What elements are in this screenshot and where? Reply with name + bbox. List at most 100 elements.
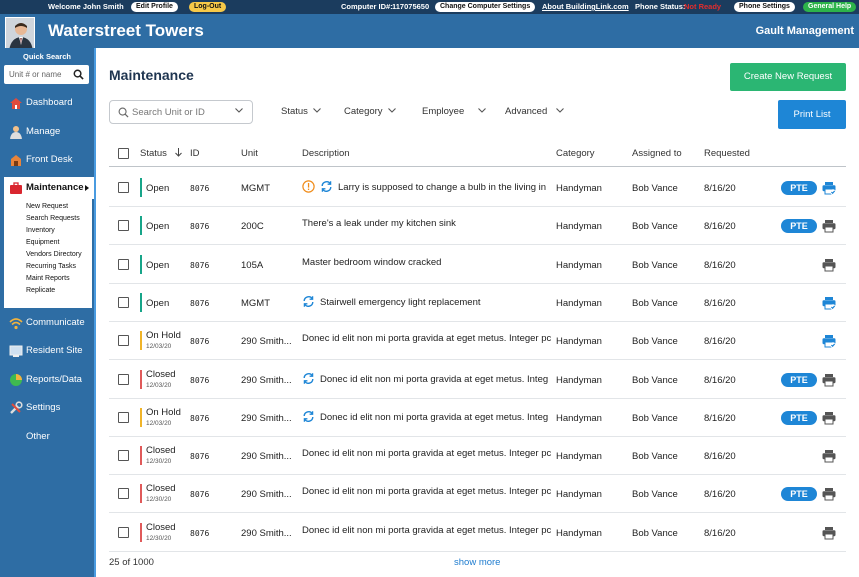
submenu-new-request[interactable]: New Request: [4, 201, 92, 213]
unit-name[interactable]: 290 Smith...: [241, 489, 292, 500]
request-id[interactable]: 8076: [190, 414, 209, 423]
sidebar-item-resident-site[interactable]: Resident Site: [0, 340, 94, 362]
table-row[interactable]: Open 8076 200C There's a leak under my kitc…: [109, 207, 846, 246]
quick-search-input[interactable]: [9, 67, 71, 82]
row-checkbox[interactable]: [118, 450, 129, 462]
description-cell[interactable]: Master bedroom window cracked: [302, 257, 555, 273]
column-unit[interactable]: Unit: [241, 148, 258, 159]
submenu-replicate[interactable]: Replicate: [4, 285, 92, 297]
request-id[interactable]: 8076: [190, 222, 209, 231]
row-checkbox[interactable]: [118, 182, 129, 193]
request-id[interactable]: 8076: [190, 529, 209, 538]
row-checkbox[interactable]: [118, 411, 129, 423]
submenu-inventory[interactable]: Inventory: [4, 225, 92, 237]
sidebar-item-dashboard[interactable]: Dashboard: [0, 92, 94, 114]
submenu-search-requests[interactable]: Search Requests: [4, 213, 92, 225]
pte-badge[interactable]: PTE: [781, 410, 817, 425]
print-list-button[interactable]: Print List: [778, 100, 846, 129]
request-id[interactable]: 8076: [190, 299, 209, 308]
about-link[interactable]: About BuildingLink.com: [542, 0, 629, 14]
show-more-link[interactable]: show more: [454, 557, 500, 568]
table-row[interactable]: Closed 12/30/20 8076 290 Smith... Donec id e…: [109, 437, 846, 476]
table-row[interactable]: Closed 12/03/20 8076 290 Smith... Donec id e…: [109, 361, 846, 399]
column-category[interactable]: Category: [556, 148, 595, 159]
description-cell[interactable]: There's a leak under my kitchen sink: [302, 218, 555, 234]
filter-employee[interactable]: Employee: [422, 106, 487, 117]
change-computer-settings-button[interactable]: Change Computer Settings: [435, 2, 536, 12]
table-row[interactable]: Closed 12/30/20 8076 290 Smith... Donec id e…: [109, 514, 846, 552]
row-checkbox[interactable]: [118, 335, 129, 347]
description-cell[interactable]: Donec id elit non mi porta gravida at eg…: [302, 486, 555, 502]
sidebar-item-maintenance[interactable]: Maintenance: [4, 177, 96, 199]
avatar[interactable]: [5, 17, 35, 51]
column-status[interactable]: Status: [140, 148, 182, 159]
column-description[interactable]: Description: [302, 148, 350, 159]
column-assigned-to[interactable]: Assigned to: [632, 148, 682, 159]
description-cell[interactable]: Donec id elit non mi porta gravida at eg…: [302, 448, 555, 464]
row-checkbox[interactable]: [118, 526, 129, 538]
description-cell[interactable]: Larry is supposed to change a bulb in th…: [302, 180, 555, 196]
description-cell[interactable]: Donec id elit non mi porta gravida at eg…: [302, 372, 555, 388]
row-checkbox[interactable]: [118, 220, 129, 232]
filter-status[interactable]: Status: [281, 106, 321, 117]
chevron-down-icon[interactable]: [235, 108, 243, 113]
row-checkbox[interactable]: [118, 373, 129, 385]
row-checkbox[interactable]: [118, 296, 129, 308]
filter-category[interactable]: Category: [344, 106, 396, 117]
print-icon[interactable]: [822, 219, 836, 233]
request-id[interactable]: 8076: [190, 376, 209, 385]
sidebar-item-reports-data[interactable]: Reports/Data: [0, 369, 94, 391]
request-id[interactable]: 8076: [190, 337, 209, 346]
print-checked-icon[interactable]: [822, 181, 836, 195]
filter-advanced[interactable]: Advanced: [505, 106, 565, 117]
print-icon[interactable]: [822, 487, 836, 501]
phone-settings-button[interactable]: Phone Settings: [734, 2, 795, 12]
pte-badge[interactable]: PTE: [781, 181, 817, 195]
pte-badge[interactable]: PTE: [781, 219, 817, 234]
sidebar-item-communicate[interactable]: Communicate: [0, 312, 94, 334]
unit-name[interactable]: MGMT: [241, 298, 270, 309]
request-id[interactable]: 8076: [190, 490, 209, 499]
unit-name[interactable]: 290 Smith...: [241, 451, 292, 462]
unit-name[interactable]: 200C: [241, 221, 264, 232]
request-id[interactable]: 8076: [190, 452, 209, 461]
select-all-checkbox[interactable]: [118, 148, 129, 159]
print-icon[interactable]: [822, 373, 836, 387]
table-row[interactable]: Open 8076 MGMT Stairwell emergency light re…: [109, 284, 846, 322]
sidebar-item-settings[interactable]: Settings: [0, 397, 94, 419]
pte-badge[interactable]: PTE: [781, 487, 817, 502]
general-help-button[interactable]: General Help: [803, 2, 857, 12]
column-id[interactable]: ID: [190, 148, 200, 159]
unit-name[interactable]: 290 Smith...: [241, 528, 292, 539]
table-row[interactable]: Open 8076 MGMT Larry is supposed to change …: [109, 169, 846, 207]
row-checkbox[interactable]: [118, 258, 129, 270]
request-id[interactable]: 8076: [190, 184, 209, 193]
print-icon[interactable]: [822, 449, 836, 463]
table-row[interactable]: Closed 12/30/20 8076 290 Smith... Donec id e…: [109, 475, 846, 514]
table-row[interactable]: On Hold 12/03/20 8076 290 Smith... Donec id …: [109, 322, 846, 361]
submenu-vendors-directory[interactable]: Vendors Directory: [4, 249, 92, 261]
print-icon[interactable]: [822, 526, 836, 540]
pte-badge[interactable]: PTE: [781, 372, 817, 387]
description-cell[interactable]: Donec id elit non mi porta gravida at eg…: [302, 333, 555, 349]
print-icon[interactable]: [822, 258, 836, 272]
submenu-equipment[interactable]: Equipment: [4, 237, 92, 249]
description-cell[interactable]: Stairwell emergency light replacement: [302, 295, 555, 311]
table-row[interactable]: On Hold 12/03/20 8076 290 Smith... Donec id …: [109, 399, 846, 437]
table-row[interactable]: Open 8076 105A Master bedroom window cracke…: [109, 246, 846, 284]
unit-name[interactable]: 290 Smith...: [241, 413, 292, 424]
request-id[interactable]: 8076: [190, 261, 209, 270]
create-new-request-button[interactable]: Create New Request: [730, 63, 846, 91]
description-cell[interactable]: Donec id elit non mi porta gravida at eg…: [302, 410, 555, 426]
sidebar-item-other[interactable]: Other: [0, 426, 94, 448]
sidebar-item-front-desk[interactable]: Front Desk: [0, 149, 94, 171]
print-checked-icon[interactable]: [822, 296, 836, 310]
submenu-maint-reports[interactable]: Maint Reports: [4, 273, 92, 285]
sidebar-item-manage[interactable]: Manage: [0, 121, 94, 143]
unit-name[interactable]: 290 Smith...: [241, 336, 292, 347]
column-requested[interactable]: Requested: [704, 148, 750, 159]
unit-name[interactable]: 105A: [241, 260, 263, 271]
print-checked-icon[interactable]: [822, 334, 836, 348]
edit-profile-button[interactable]: Edit Profile: [131, 2, 178, 12]
search-unit-input[interactable]: [132, 106, 232, 119]
